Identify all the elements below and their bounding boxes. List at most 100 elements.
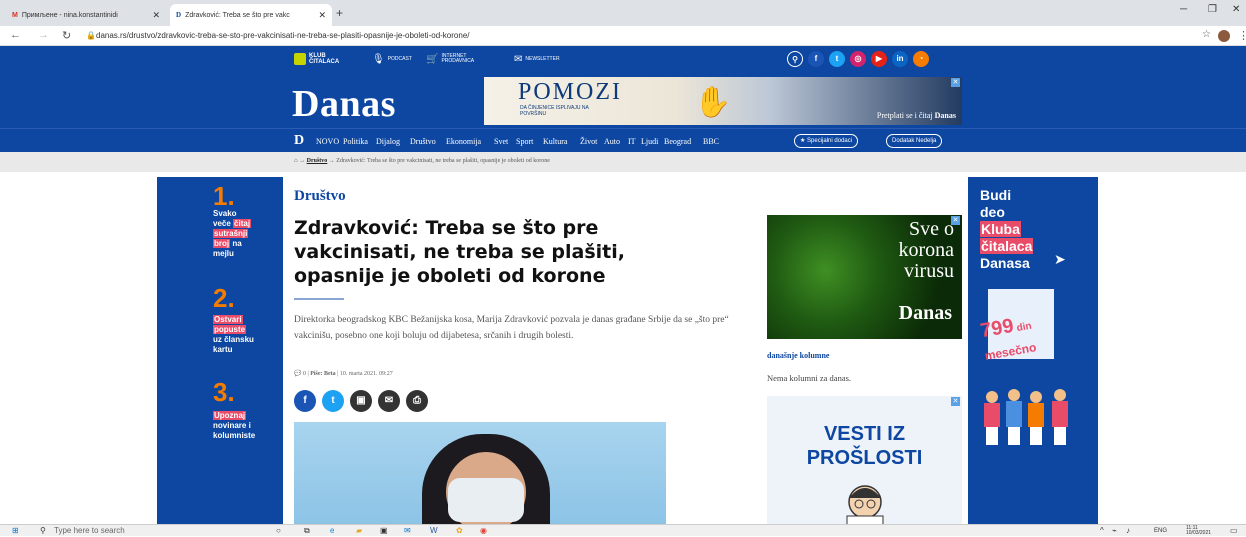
- podcast-link[interactable]: 🎙 PODCAST: [372, 52, 412, 66]
- nav-item[interactable]: BBC: [703, 137, 719, 146]
- ad-cta: Pretplati se i čitaj Danas: [876, 111, 956, 120]
- search-icon[interactable]: ⚲: [787, 51, 803, 67]
- nav-item[interactable]: Beograd: [664, 137, 691, 146]
- vesti-banner-ad[interactable]: VESTI IZ PROŠLOSTI ✕: [767, 396, 962, 527]
- address-bar[interactable]: danas.rs/drustvo/zdravkovic-treba-se-sto…: [96, 29, 1196, 43]
- forward-button[interactable]: →: [38, 29, 49, 41]
- home-icon[interactable]: ⌂: [294, 158, 298, 164]
- ad-close-icon[interactable]: ✕: [951, 397, 960, 406]
- nav-item[interactable]: Sport: [516, 137, 533, 146]
- covid-banner-ad[interactable]: Sve o korona virusu Danas ✕: [767, 215, 962, 339]
- file-explorer-icon[interactable]: ▰: [356, 525, 362, 537]
- danas-d-icon[interactable]: D: [294, 133, 304, 149]
- breadcrumb: ⌂ → Društvo → Zdravković: Treba se što p…: [0, 152, 1246, 172]
- back-button[interactable]: ←: [10, 29, 21, 41]
- store-icon[interactable]: ▣: [380, 525, 388, 537]
- nav-item[interactable]: NOVO: [316, 137, 339, 146]
- klub-link[interactable]: KLUB ČITALACA: [294, 52, 345, 66]
- special-supplements-button[interactable]: ★ Specijalni dodaci: [794, 134, 859, 148]
- nav-item[interactable]: Ljudi: [641, 137, 658, 146]
- share-facebook-icon[interactable]: f: [294, 390, 316, 412]
- share-viber-icon[interactable]: ▣: [350, 390, 372, 412]
- browser-tab-strip: M Примљене - nina.konstantinidi ✕ D Zdra…: [0, 0, 1246, 26]
- tab-danas[interactable]: D Zdravković: Treba se što pre vakc ✕: [170, 4, 332, 26]
- avatar[interactable]: [1218, 30, 1230, 42]
- language-indicator[interactable]: ENG: [1154, 525, 1167, 537]
- right-sidebar-ad[interactable]: Budi deo Kluba čitalaca Danasa ➤ 799 din…: [968, 177, 1098, 527]
- star-icon[interactable]: ☆: [1202, 29, 1211, 40]
- sunday-supplement-button[interactable]: Dodatak Nedelja: [886, 134, 943, 148]
- facebook-icon[interactable]: f: [808, 51, 824, 67]
- notifications-icon[interactable]: ▭: [1230, 525, 1238, 537]
- twitter-icon[interactable]: t: [829, 51, 845, 67]
- paint-icon[interactable]: ✿: [456, 525, 463, 537]
- breadcrumb-current: Zdravković: Treba se što pre vakcinisati…: [336, 158, 550, 164]
- left-sidebar-ad[interactable]: 1. Svako veče čitaj sutrašnji broj na me…: [157, 177, 283, 527]
- danas-favicon-icon: D: [176, 11, 182, 19]
- search-icon[interactable]: ⚲: [40, 525, 46, 537]
- nav-item[interactable]: Kultura: [543, 137, 567, 146]
- cortana-icon[interactable]: ○: [276, 525, 281, 537]
- mail-icon[interactable]: ✉: [404, 525, 411, 537]
- share-email-icon[interactable]: ✉: [378, 390, 400, 412]
- network-icon[interactable]: ⌁: [1112, 525, 1117, 537]
- maximize-button[interactable]: ❐: [1208, 4, 1217, 15]
- windows-start-icon[interactable]: ⊞: [12, 525, 19, 537]
- covid-brand: Danas: [898, 302, 952, 324]
- nav-item[interactable]: IT: [628, 137, 636, 146]
- step-number: 3.: [213, 377, 235, 407]
- linkedin-icon[interactable]: in: [892, 51, 908, 67]
- tray-chevron-icon[interactable]: ^: [1100, 525, 1104, 537]
- browser-toolbar: ← → ↻ 🔒 danas.rs/drustvo/zdravkovic-treb…: [0, 26, 1246, 46]
- clock[interactable]: 11:11 10/03/2021: [1186, 526, 1211, 536]
- tab-label: Примљене - nina.konstantinidi: [21, 11, 118, 19]
- close-icon[interactable]: ✕: [318, 10, 326, 21]
- nav-item[interactable]: Društvo: [410, 137, 436, 146]
- new-tab-button[interactable]: +: [336, 6, 343, 20]
- ad-close-icon[interactable]: ✕: [951, 216, 960, 225]
- tab-gmail[interactable]: M Примљене - nina.konstantinidi ✕: [6, 4, 166, 26]
- nav-item[interactable]: Dijalog: [376, 137, 400, 146]
- step-text: Upoznaj novinare i kolumniste: [213, 411, 256, 440]
- newsletter-link[interactable]: ✉ NEWSLETTER: [514, 52, 560, 66]
- nav-item[interactable]: Život: [580, 137, 597, 146]
- mail-icon: ✉: [514, 53, 523, 65]
- rss-icon[interactable]: ◔: [913, 51, 929, 67]
- task-view-icon[interactable]: ⧉: [304, 525, 310, 537]
- article-section[interactable]: Društvo: [294, 188, 346, 205]
- pomozi-banner-ad[interactable]: POMOZI DA ČINJENICE ISPLIVAJU NA POVRŠIN…: [484, 77, 962, 125]
- step-text: Ostvari popuste uz člansku kartu: [213, 315, 254, 354]
- step-text: Svako veče čitaj sutrašnji broj na mejlu: [213, 209, 252, 258]
- share-twitter-icon[interactable]: t: [322, 390, 344, 412]
- youtube-icon[interactable]: ▶: [871, 51, 887, 67]
- minimize-button[interactable]: ─: [1180, 4, 1187, 15]
- menu-icon[interactable]: ⋮: [1238, 29, 1246, 42]
- comment-icon[interactable]: 💬: [294, 371, 301, 377]
- nav-item[interactable]: Auto: [604, 137, 620, 146]
- shop-link[interactable]: 🛒 INTERNET PRODAVNICA: [426, 52, 475, 66]
- ad-close-icon[interactable]: ✕: [951, 78, 960, 87]
- chrome-icon[interactable]: ◉: [480, 525, 487, 537]
- vesti-text: VESTI IZ PROŠLOSTI: [806, 423, 923, 469]
- nav-item[interactable]: Svet: [494, 137, 508, 146]
- word-icon[interactable]: W: [430, 525, 438, 537]
- podcast-label: PODCAST: [387, 56, 412, 62]
- site-logo[interactable]: Danas: [292, 82, 396, 126]
- article-date: 10. marta 2021. 09:27: [339, 371, 393, 377]
- breadcrumb-section[interactable]: Društvo: [307, 158, 328, 164]
- taskbar-search[interactable]: Type here to search: [54, 525, 125, 537]
- edge-icon[interactable]: e: [330, 525, 334, 537]
- volume-icon[interactable]: ♪: [1126, 525, 1130, 537]
- nav-item[interactable]: Politika: [343, 137, 368, 146]
- klub-label: KLUB ČITALACA: [309, 53, 340, 65]
- nav-item[interactable]: Ekonomija: [446, 137, 481, 146]
- print-icon[interactable]: ⎙: [406, 390, 428, 412]
- instagram-icon[interactable]: ◎: [850, 51, 866, 67]
- close-window-button[interactable]: ✕: [1232, 4, 1240, 15]
- tab-label: Zdravković: Treba se što pre vakc: [185, 11, 290, 19]
- shop-label: INTERNET PRODAVNICA: [441, 53, 475, 64]
- reload-button[interactable]: ↻: [62, 29, 71, 42]
- step-number: 2.: [213, 283, 235, 313]
- close-icon[interactable]: ✕: [152, 10, 160, 21]
- article-title: Zdravković: Treba se što pre vakcinisati…: [294, 217, 625, 287]
